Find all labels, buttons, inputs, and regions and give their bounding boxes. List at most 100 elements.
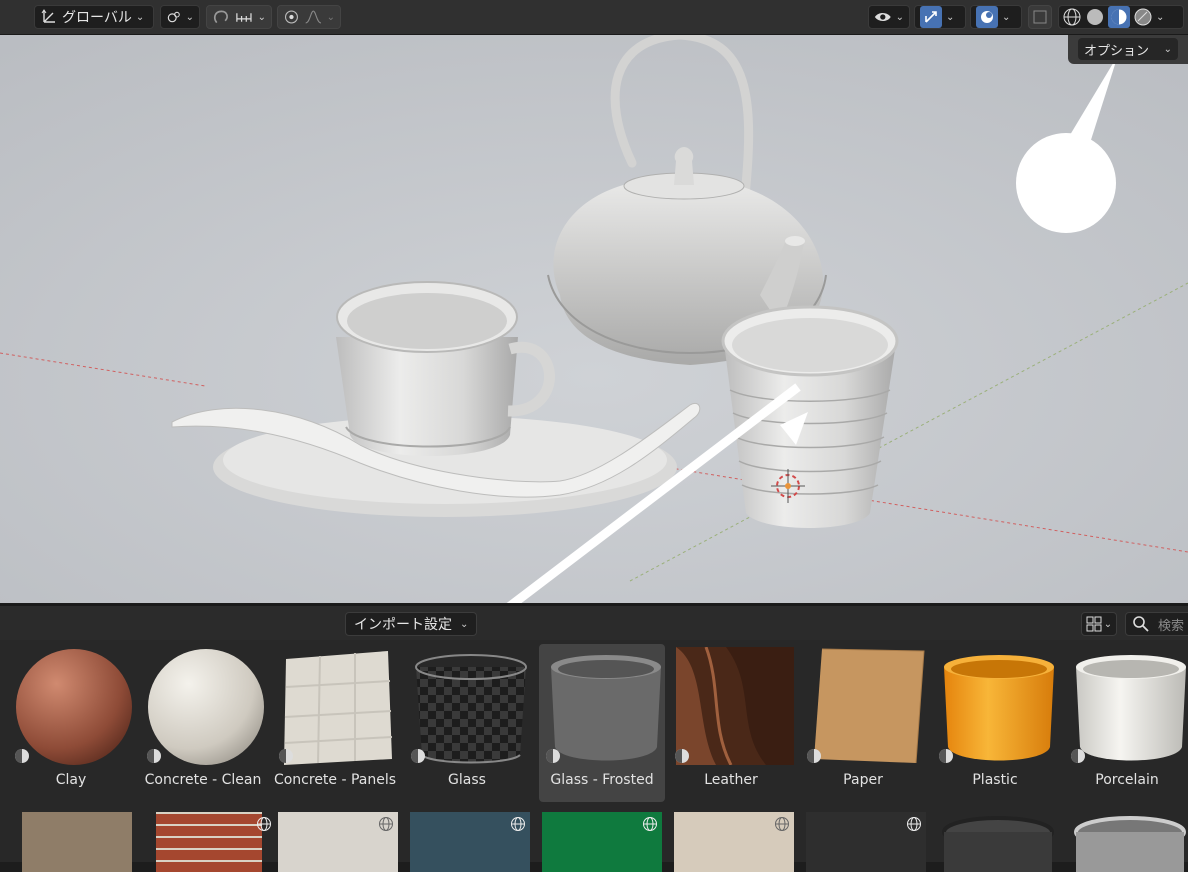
asset-tile-plastic[interactable]: Plastic <box>932 644 1058 802</box>
xray-icon <box>1033 10 1047 24</box>
asset-label: Plastic <box>972 772 1018 788</box>
asset-tile-glass[interactable]: Glass <box>404 644 530 802</box>
asset-tile-fabric-white[interactable] <box>278 812 398 872</box>
concrete-clean-thumbnail <box>148 649 264 765</box>
leather-thumbnail <box>676 647 794 765</box>
asset-browser-toolbar: インポート設定 ⌄ ⌄ 検索 <box>0 606 1188 640</box>
pivot-point-dropdown[interactable]: ⌄ <box>160 5 200 29</box>
chevron-down-icon: ⌄ <box>460 618 469 630</box>
import-settings-dropdown[interactable]: インポート設定 ⌄ <box>345 612 478 636</box>
chevron-down-icon: ⌄ <box>135 11 145 23</box>
search-placeholder: 検索 <box>1158 618 1185 634</box>
annotation-circle <box>1016 133 1116 233</box>
asset-tile-brick[interactable] <box>156 812 276 872</box>
material-icon <box>939 749 953 763</box>
orientation-label: グローバル <box>62 10 132 26</box>
asset-tile-fabric-dark[interactable] <box>806 812 926 872</box>
material-icon <box>279 749 293 763</box>
asset-tile-concrete-clean[interactable]: Concrete - Clean <box>140 644 266 802</box>
chevron-down-icon: ⌄ <box>326 11 335 23</box>
wireframe-shading-icon[interactable] <box>1062 7 1082 27</box>
asset-tile-glass-frosted[interactable]: Glass - Frosted <box>539 644 665 802</box>
asset-label: Concrete - Panels <box>273 772 397 788</box>
falloff-curve-icon <box>305 10 322 24</box>
options-dropdown[interactable]: オプション ⌄ <box>1078 38 1178 60</box>
asset-label: Glass <box>448 772 486 788</box>
asset-browser: インポート設定 ⌄ ⌄ 検索 Clay Concrete - Clean Con… <box>0 604 1188 872</box>
chevron-down-icon: ⌄ <box>257 11 266 23</box>
overlays-toggle[interactable]: ⌄ <box>970 5 1022 29</box>
overlays-icon <box>976 6 998 28</box>
chevron-down-icon: ⌄ <box>895 11 904 23</box>
concrete-panels-thumbnail <box>284 651 393 765</box>
search-input[interactable]: 検索 <box>1125 612 1188 636</box>
chevron-down-icon: ⌄ <box>1002 11 1011 23</box>
material-icon <box>411 749 425 763</box>
magnet-icon <box>213 10 228 24</box>
globe-icon <box>257 817 271 831</box>
proportional-editing-group[interactable]: ⌄ <box>277 5 341 29</box>
gizmo-icon <box>920 6 942 28</box>
asset-label: Glass - Frosted <box>550 772 654 788</box>
rendered-shading-icon[interactable] <box>1133 7 1153 27</box>
asset-tile-leather[interactable]: Leather <box>668 644 794 802</box>
scene-render <box>0 35 1188 603</box>
chevron-down-icon: ⌄ <box>1103 618 1113 630</box>
asset-tile-clay[interactable]: Clay <box>8 644 134 802</box>
asset-tile-metal-dark[interactable] <box>938 812 1058 872</box>
clay-thumbnail <box>16 649 132 765</box>
transform-orientation-dropdown[interactable]: グローバル ⌄ <box>34 5 154 29</box>
3d-viewport[interactable]: オプション ⌄ <box>0 35 1188 603</box>
porcelain-thumbnail <box>1076 655 1186 761</box>
search-icon <box>1133 616 1149 632</box>
chevron-down-icon: ⌄ <box>1163 43 1172 55</box>
asset-label: Concrete - Clean <box>144 772 262 788</box>
visibility-dropdown[interactable]: ⌄ <box>868 5 910 29</box>
viewport-header: グローバル ⌄ ⌄ ⌄ ⌄ ⌄ ⌄ ⌄ ⌄ <box>0 0 1188 35</box>
material-preview-shading-icon[interactable] <box>1108 6 1130 28</box>
import-settings-label: インポート設定 <box>354 617 452 633</box>
grid-view-icon <box>1086 616 1102 632</box>
material-icon <box>675 749 689 763</box>
asset-tile-fabric-green[interactable] <box>542 812 662 872</box>
eye-icon <box>874 13 891 21</box>
snap-dropdown[interactable]: ⌄ <box>206 5 272 29</box>
glass-thumbnail <box>415 654 527 764</box>
gizmo-toggle[interactable]: ⌄ <box>914 5 966 29</box>
snap-increment-icon <box>236 13 252 22</box>
orientation-icon <box>41 9 55 23</box>
paper-thumbnail <box>814 648 925 764</box>
plastic-thumbnail <box>944 655 1054 761</box>
asset-tile-concrete-panels[interactable]: Concrete - Panels <box>272 644 398 802</box>
globe-icon <box>775 817 789 831</box>
chevron-down-icon: ⌄ <box>946 11 955 23</box>
pivot-icon <box>167 11 180 23</box>
xray-toggle[interactable] <box>1028 5 1052 29</box>
material-icon <box>1071 749 1085 763</box>
material-icon <box>147 749 161 763</box>
glass-frosted-thumbnail <box>551 655 661 761</box>
asset-tile-paper[interactable]: Paper <box>800 644 926 802</box>
material-icon <box>546 749 560 763</box>
options-panel: オプション ⌄ <box>1068 35 1188 64</box>
asset-tile-metal-polished[interactable] <box>1070 812 1188 872</box>
shading-mode-group[interactable]: ⌄ <box>1058 5 1184 29</box>
globe-icon <box>907 817 921 831</box>
material-icon <box>15 749 29 763</box>
asset-tile-cobblestone[interactable] <box>22 812 142 872</box>
globe-icon <box>379 817 393 831</box>
chevron-down-icon: ⌄ <box>1156 11 1165 23</box>
asset-tile-denim[interactable] <box>410 812 530 872</box>
options-label: オプション <box>1084 43 1150 59</box>
globe-icon <box>643 817 657 831</box>
proportional-edit-icon <box>284 10 298 24</box>
asset-label: Porcelain <box>1095 772 1159 788</box>
globe-icon <box>511 817 525 831</box>
asset-tile-porcelain[interactable]: Porcelain <box>1064 644 1188 802</box>
asset-label: Clay <box>55 772 87 788</box>
display-mode-dropdown[interactable]: ⌄ <box>1081 612 1117 636</box>
asset-label: Leather <box>704 772 758 788</box>
asset-label: Paper <box>843 772 883 788</box>
solid-shading-icon[interactable] <box>1085 7 1105 27</box>
asset-tile-fabric-beige[interactable] <box>674 812 794 872</box>
